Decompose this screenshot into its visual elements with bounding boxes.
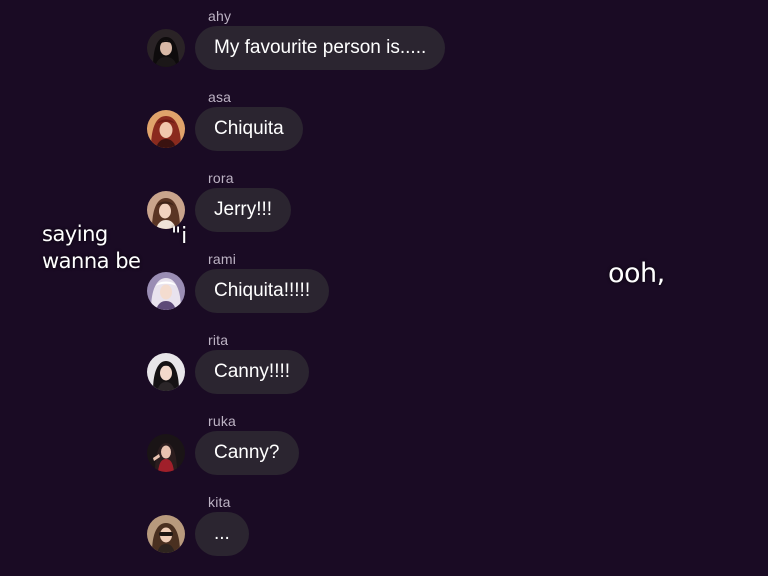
- message-bubble: Chiquita: [195, 107, 303, 151]
- avatar[interactable]: [147, 272, 185, 310]
- overlay-lyric-quote: "i: [171, 224, 188, 249]
- message-username: rami: [208, 251, 237, 267]
- message-bubble: Chiquita!!!!!: [195, 269, 330, 313]
- message-bubble: Canny?: [195, 431, 299, 475]
- avatar[interactable]: [147, 515, 185, 553]
- message-username: rita: [208, 332, 229, 348]
- overlay-lyric-right: ooh,: [608, 258, 665, 289]
- message-username: ahy: [208, 8, 232, 24]
- message-bubble: Canny!!!!: [195, 350, 310, 394]
- message-username: kita: [208, 494, 231, 510]
- message-bubble: ...: [195, 512, 249, 556]
- overlay-lyric-left-line2: wanna be: [42, 249, 141, 273]
- avatar[interactable]: [147, 434, 185, 472]
- message-username: asa: [208, 89, 232, 105]
- overlay-lyric-left-line1: saying: [42, 222, 108, 246]
- message-username: ruka: [208, 413, 237, 429]
- message-bubble: My favourite person is.....: [195, 26, 446, 70]
- message-bubble: Jerry!!!: [195, 188, 292, 232]
- avatar[interactable]: [147, 29, 185, 67]
- avatar[interactable]: [147, 110, 185, 148]
- message-username: rora: [208, 170, 234, 186]
- avatar[interactable]: [147, 353, 185, 391]
